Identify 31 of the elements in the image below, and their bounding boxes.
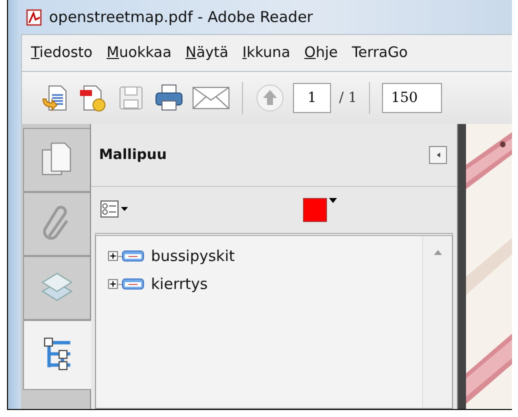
up-arrow-icon[interactable] — [434, 250, 442, 255]
tree-item[interactable]: kierrtys — [151, 275, 208, 293]
page-number-field[interactable]: 1 — [293, 83, 331, 113]
navigation-tab[interactable] — [23, 256, 90, 320]
navigation-tab[interactable] — [23, 128, 90, 192]
expand-icon[interactable] — [108, 251, 118, 261]
menu-item[interactable]: Ohje — [299, 45, 343, 61]
navigation-tab[interactable] — [23, 192, 90, 256]
navigation-tab[interactable] — [23, 320, 91, 390]
left-arrow-icon — [436, 152, 440, 158]
envelope-icon[interactable] — [192, 84, 230, 112]
printer-icon[interactable] — [154, 83, 184, 113]
collapse-panel-button[interactable] — [429, 146, 447, 164]
caret-icon — [329, 198, 337, 203]
menu-item[interactable]: Tiedosto — [26, 45, 98, 61]
options-dropdown[interactable] — [99, 200, 131, 220]
menu-item[interactable]: Ikkuna — [237, 45, 296, 61]
highlight-color-dropdown[interactable] — [303, 198, 337, 222]
pdf-document-icon — [26, 8, 43, 26]
menu-item[interactable]: Näytä — [180, 45, 234, 61]
zoom-field[interactable]: 150 — [382, 83, 442, 113]
document-gear-icon[interactable] — [78, 83, 108, 113]
expand-icon[interactable] — [108, 279, 118, 289]
view-icon — [122, 278, 144, 290]
page-count: / 1 — [339, 90, 358, 106]
panel-title: Mallipuu — [99, 147, 167, 163]
window-title: openstreetmap.pdf - Adobe Reader — [49, 8, 313, 26]
menu-item[interactable]: Muokkaa — [102, 45, 176, 61]
tree-item[interactable]: bussipyskit — [151, 247, 235, 265]
menu-item[interactable]: TerraGo — [346, 45, 413, 61]
view-icon — [122, 250, 144, 262]
